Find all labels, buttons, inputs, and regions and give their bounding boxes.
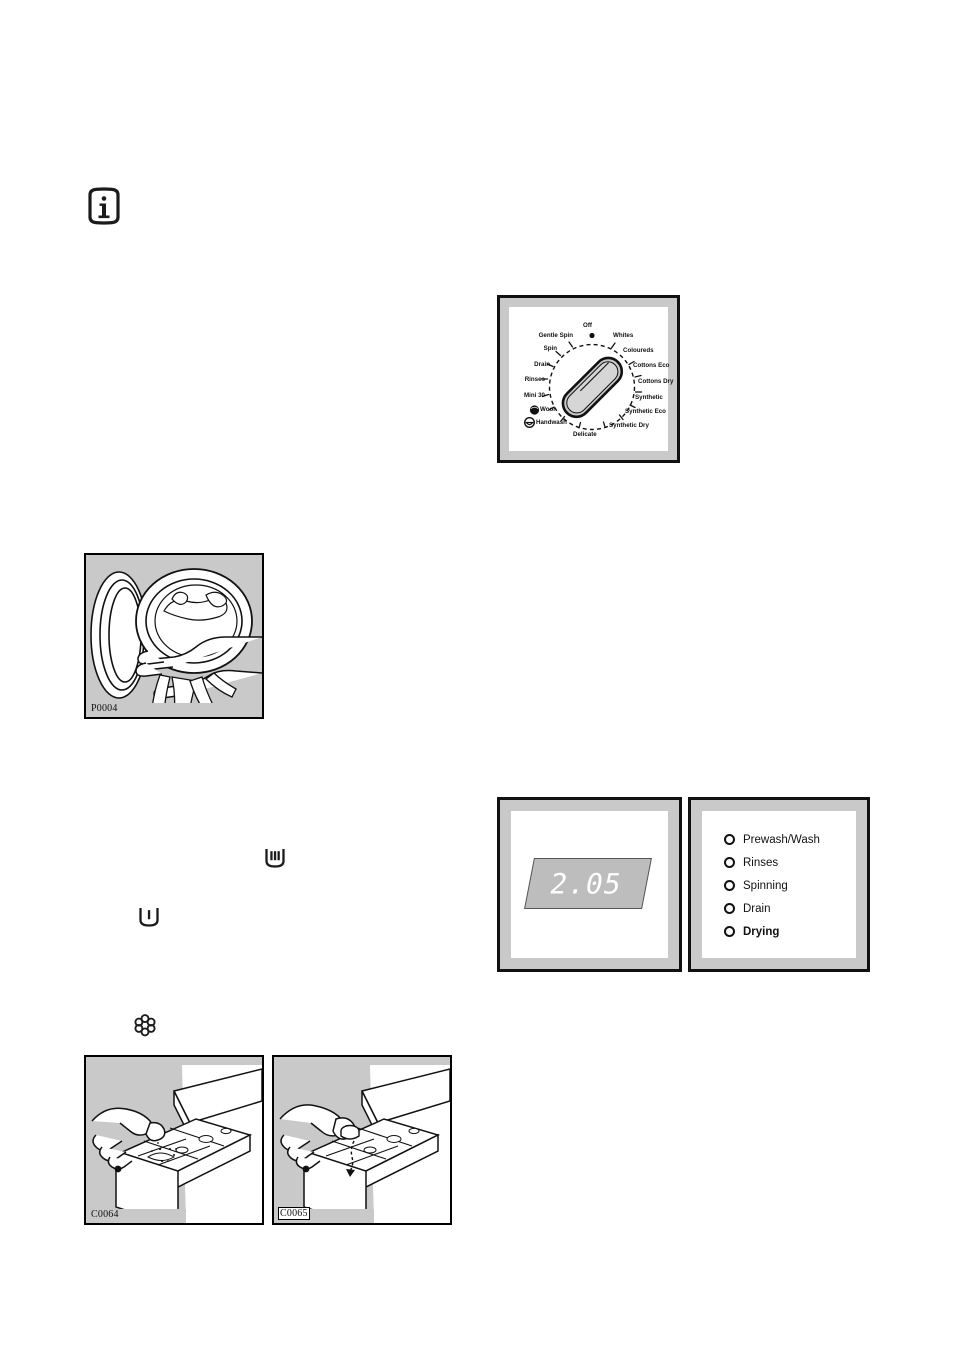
compartment-prewash-icon [138, 906, 160, 933]
dial-label-wool: Wool [540, 406, 556, 413]
dial-label-cottons-dry: Cottons Dry [638, 378, 674, 385]
phase-led-icon [724, 857, 735, 868]
lcd-screen: 2.05 [524, 858, 652, 909]
dial-label-cottons-eco: Cottons Eco [633, 362, 670, 369]
phase-label: Prewash/Wash [743, 833, 820, 846]
dial-label-coloureds: Coloureds [623, 347, 654, 354]
program-selector-panel: Off Gentle Spin Spin Drain Rinses Mini 3… [497, 295, 680, 463]
phase-led-icon [724, 880, 735, 891]
time-display-panel: 2.05 [497, 797, 682, 972]
program-selector-face: Off Gentle Spin Spin Drain Rinses Mini 3… [509, 307, 673, 451]
dial-label-gentle-spin: Gentle Spin [538, 332, 573, 339]
lcd-time-value: 2.05 [547, 867, 625, 900]
dial-label-synthetic-eco: Synthetic Eco [625, 408, 666, 415]
loading-laundry-illustration [86, 555, 262, 717]
figure-caption: P0004 [91, 703, 118, 714]
info-notice-icon [84, 186, 124, 226]
phase-row-rinses: Rinses [724, 851, 856, 874]
dial-label-spin: Spin [543, 345, 557, 352]
dial-label-drain: Drain [534, 361, 550, 368]
one-bar-compartment-glyph [139, 908, 159, 927]
phase-label: Drain [743, 902, 771, 915]
figure-caption: C0065 [278, 1207, 310, 1220]
phase-label: Drying [743, 925, 780, 938]
phase-row-drying: Drying [724, 920, 856, 943]
phase-row-drain: Drain [724, 897, 856, 920]
phase-indicator-panel: Prewash/Wash Rinses Spinning Drain Dryin… [688, 797, 870, 972]
figure-loading-laundry: P0004 [84, 553, 264, 719]
dial-label-delicate: Delicate [573, 431, 597, 438]
phase-led-icon [724, 926, 735, 937]
figure-powder-detergent: C0064 [84, 1055, 264, 1225]
dial-label-rinses: Rinses [524, 376, 545, 383]
flower-glyph [134, 1014, 156, 1037]
time-display-face: 2.05 [511, 811, 668, 958]
info-icon-glyph [88, 187, 120, 225]
figure-caption: C0064 [91, 1209, 119, 1220]
powder-detergent-illustration [86, 1057, 262, 1223]
phase-indicator-face: Prewash/Wash Rinses Spinning Drain Dryin… [702, 811, 856, 958]
phase-row-spinning: Spinning [724, 874, 856, 897]
three-bar-compartment-glyph [265, 849, 285, 868]
dial-label-off: Off [583, 322, 592, 329]
dial-label-handwash: Handwash [536, 419, 567, 426]
dial-label-synthetic-dry: Synthetic Dry [609, 422, 649, 429]
phase-led-icon [724, 834, 735, 845]
wool-ball-icon [529, 405, 540, 415]
handwash-icon [523, 416, 536, 428]
phase-led-icon [724, 903, 735, 914]
detergent-tablet-illustration [274, 1057, 450, 1223]
fabric-softener-flower-icon [133, 1013, 157, 1042]
figure-detergent-tablet: C0065 [272, 1055, 452, 1225]
dial-label-whites: Whites [613, 332, 634, 339]
phase-row-prewash-wash: Prewash/Wash [724, 828, 856, 851]
phase-label: Rinses [743, 856, 779, 869]
dial-label-synthetic: Synthetic [635, 394, 663, 401]
phase-label: Spinning [743, 879, 788, 892]
compartment-main-wash-icon [264, 847, 286, 874]
dial-label-mini-30: Mini 30 [524, 392, 545, 399]
